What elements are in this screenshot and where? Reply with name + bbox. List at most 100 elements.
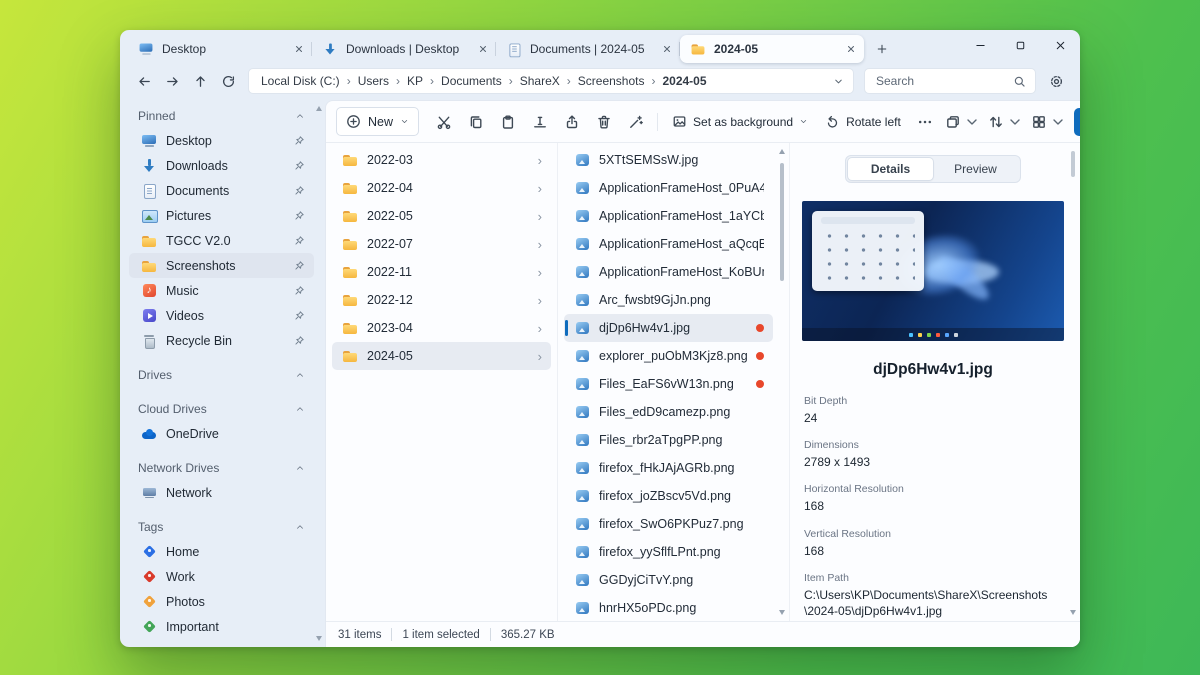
edit-button[interactable] (620, 107, 651, 136)
folder-row[interactable]: 2022-04 › (332, 174, 551, 202)
cut-button[interactable] (428, 107, 459, 136)
scroll-up-arrow[interactable] (316, 106, 322, 111)
tab-close-icon[interactable] (478, 44, 488, 54)
section-header-drives[interactable]: Drives (128, 363, 315, 387)
tab[interactable]: Desktop (128, 35, 312, 63)
tab-close-icon[interactable] (294, 44, 304, 54)
scrollbar-thumb[interactable] (780, 163, 784, 281)
section-header-network-drives[interactable]: Network Drives (128, 456, 315, 480)
folder-row[interactable]: 2022-05 › (332, 202, 551, 230)
file-row[interactable]: ApplicationFrameHost_0PuA4QQ... (564, 174, 773, 202)
sidebar-item-tag[interactable]: Photos (129, 589, 314, 614)
file-row[interactable]: hnrHX5oPDc.png (564, 594, 773, 621)
share-button[interactable] (556, 107, 587, 136)
files-scrollbar[interactable] (777, 147, 787, 617)
sidebar-scrollbar[interactable] (314, 104, 324, 643)
set-as-background-button[interactable]: Set as background (664, 107, 816, 136)
file-row[interactable]: explorer_puObM3Kjz8.png (564, 342, 773, 370)
forward-button[interactable] (158, 68, 186, 94)
sidebar-item[interactable]: Desktop (129, 128, 314, 153)
new-tab-button[interactable] (868, 37, 896, 61)
file-row[interactable]: Files_edD9camezp.png (564, 398, 773, 426)
tab[interactable]: Documents | 2024-05 (496, 35, 680, 63)
expand-chevron-icon[interactable]: › (538, 322, 542, 335)
scroll-down-arrow[interactable] (779, 610, 785, 615)
folder-row[interactable]: 2022-11 › (332, 258, 551, 286)
breadcrumb-item[interactable]: ShareX (518, 74, 562, 88)
file-row[interactable]: djDp6Hw4v1.jpg (564, 314, 773, 342)
folder-row[interactable]: 2022-03 › (332, 146, 551, 174)
address-dropdown-icon[interactable] (833, 76, 844, 87)
copy-button[interactable] (460, 107, 491, 136)
breadcrumb-item[interactable]: Users (356, 74, 391, 88)
folder-row[interactable]: 2022-12 › (332, 286, 551, 314)
back-button[interactable] (130, 68, 158, 94)
chevron-up-icon[interactable] (295, 111, 305, 121)
layout-dropdown-button[interactable] (942, 107, 984, 136)
new-button[interactable]: New (336, 107, 419, 136)
file-row[interactable]: firefox_fHkJAjAGRb.png (564, 454, 773, 482)
tab[interactable]: Downloads | Desktop (312, 35, 496, 63)
sidebar-item[interactable]: Network (129, 480, 314, 505)
sidebar-item[interactable]: Music (129, 278, 314, 303)
sidebar-item[interactable]: OneDrive (129, 421, 314, 446)
breadcrumb-item[interactable]: KP (405, 74, 425, 88)
sidebar-item[interactable]: Documents (129, 178, 314, 203)
file-row[interactable]: 5XTtSEMSsW.jpg (564, 146, 773, 174)
file-row[interactable]: GGDyjCiTvY.png (564, 566, 773, 594)
file-row[interactable]: firefox_joZBscv5Vd.png (564, 482, 773, 510)
folder-row[interactable]: 2023-04 › (332, 314, 551, 342)
folder-row[interactable]: 2022-07 › (332, 230, 551, 258)
settings-button[interactable] (1042, 68, 1070, 94)
chevron-up-icon[interactable] (295, 404, 305, 414)
file-row[interactable]: Arc_fwsbt9GjJn.png (564, 286, 773, 314)
expand-chevron-icon[interactable]: › (538, 294, 542, 307)
expand-chevron-icon[interactable]: › (538, 266, 542, 279)
tab-close-icon[interactable] (662, 44, 672, 54)
file-row[interactable]: Files_rbr2aTpgPP.png (564, 426, 773, 454)
file-row[interactable]: ApplicationFrameHost_1aYCbz1b... (564, 202, 773, 230)
expand-chevron-icon[interactable]: › (538, 154, 542, 167)
search-box[interactable]: Search (864, 68, 1036, 94)
sidebar-item[interactable]: TGCC V2.0 (129, 228, 314, 253)
sidebar-item-tag[interactable]: Home (129, 539, 314, 564)
sort-dropdown-button[interactable] (985, 107, 1027, 136)
sidebar-item-tag[interactable]: Work (129, 564, 314, 589)
breadcrumb-item[interactable]: Screenshots (576, 74, 647, 88)
paste-button[interactable] (492, 107, 523, 136)
sidebar-item[interactable]: Recycle Bin (129, 328, 314, 353)
rename-button[interactable] (524, 107, 555, 136)
scrollbar-thumb[interactable] (1071, 151, 1075, 177)
tab[interactable]: 2024-05 (680, 35, 864, 63)
sidebar-item-tag[interactable]: Important (129, 614, 314, 639)
sidebar-item[interactable]: Downloads (129, 153, 314, 178)
more-commands-button[interactable] (910, 107, 941, 136)
breadcrumb[interactable]: Local Disk (C:) › Users › KP › (248, 68, 854, 94)
file-row[interactable]: firefox_SwO6PKPuz7.png (564, 510, 773, 538)
scroll-down-arrow[interactable] (316, 636, 322, 641)
up-button[interactable] (186, 68, 214, 94)
section-header-pinned[interactable]: Pinned (128, 104, 315, 128)
details-pane-toggle-button[interactable] (1074, 108, 1080, 136)
refresh-button[interactable] (214, 68, 242, 94)
file-row[interactable]: firefox_yySflfLPnt.png (564, 538, 773, 566)
tab-close-icon[interactable] (846, 44, 856, 54)
tab-preview[interactable]: Preview (933, 158, 1018, 180)
sidebar-item[interactable]: Screenshots (129, 253, 314, 278)
breadcrumb-item[interactable]: Local Disk (C:) (259, 74, 342, 88)
section-header-cloud-drives[interactable]: Cloud Drives (128, 397, 315, 421)
file-row[interactable]: ApplicationFrameHost_KoBUmsv... (564, 258, 773, 286)
rotate-left-button[interactable]: Rotate left (817, 107, 909, 136)
sidebar-item[interactable]: Videos (129, 303, 314, 328)
expand-chevron-icon[interactable]: › (538, 210, 542, 223)
breadcrumb-item[interactable]: 2024-05 (660, 74, 708, 88)
scroll-down-arrow[interactable] (1070, 610, 1076, 615)
chevron-up-icon[interactable] (295, 463, 305, 473)
chevron-up-icon[interactable] (295, 370, 305, 380)
view-dropdown-button[interactable] (1028, 107, 1070, 136)
maximize-button[interactable] (1000, 30, 1040, 60)
details-scrollbar[interactable] (1068, 147, 1078, 617)
chevron-up-icon[interactable] (295, 522, 305, 532)
delete-button[interactable] (588, 107, 619, 136)
file-row[interactable]: Files_EaFS6vW13n.png (564, 370, 773, 398)
